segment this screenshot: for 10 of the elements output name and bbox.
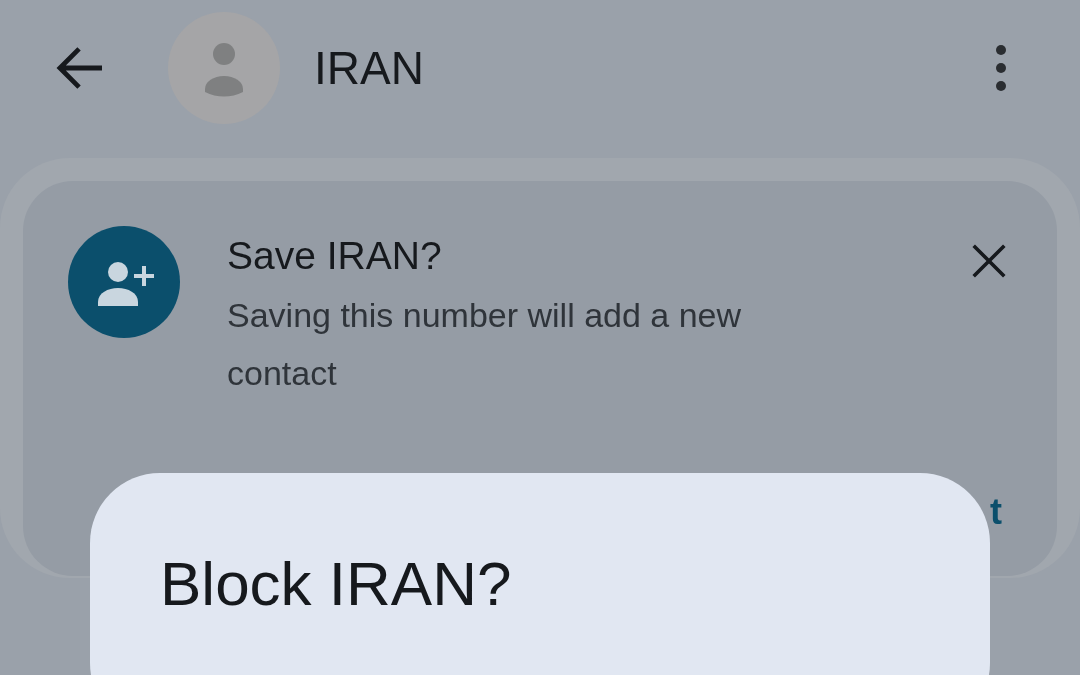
avatar-icon	[168, 11, 280, 124]
add-person-icon	[68, 226, 180, 338]
dialog-title: Block IRAN?	[160, 549, 512, 618]
contact-name: IRAN	[314, 40, 425, 95]
back-icon[interactable]	[56, 45, 104, 90]
card-title: Save IRAN?	[227, 233, 443, 279]
more-options-icon[interactable]	[995, 44, 1007, 91]
close-icon[interactable]	[971, 243, 1007, 279]
save-button[interactable]: t	[990, 491, 1002, 533]
card-message: Saving this number will add a new contact	[227, 295, 743, 394]
